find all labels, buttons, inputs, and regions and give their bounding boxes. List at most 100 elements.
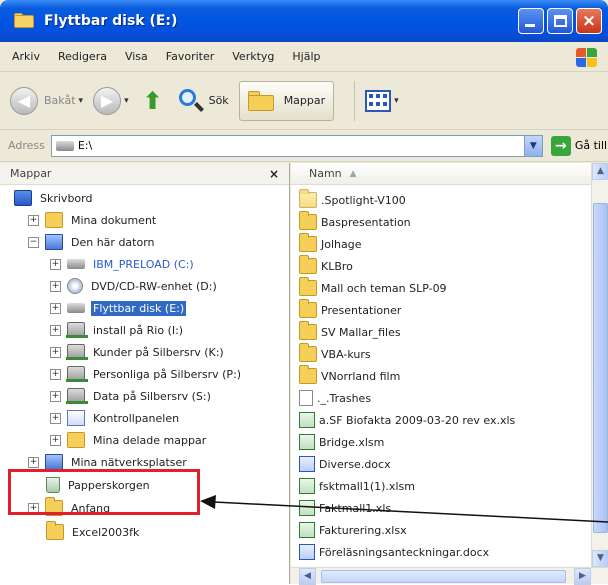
tree-item-label: Mina delade mappar [93, 433, 207, 447]
tree-item-label: IBM_PRELOAD (C:) [93, 257, 194, 271]
column-header-name[interactable]: Namn ▲ [291, 163, 608, 185]
scroll-thumb[interactable] [593, 203, 608, 533]
list-item[interactable]: VNorrland film [299, 365, 400, 387]
tree-item-label: DVD/CD-RW-enhet (D:) [91, 279, 217, 293]
title-bar[interactable]: Flyttbar disk (E:) × [0, 0, 608, 42]
list-item[interactable]: a.SF Biofakta 2009-03-20 rev ex.xls [299, 409, 515, 431]
close-pane-icon[interactable]: × [269, 167, 279, 181]
list-item[interactable]: Faktmall1.xls [299, 497, 391, 519]
list-item[interactable]: fsktmall1(1).xlsm [299, 475, 415, 497]
list-item[interactable]: Jolhage [299, 233, 362, 255]
expand-icon[interactable]: + [28, 456, 39, 468]
list-item[interactable]: Baspresentation [299, 211, 411, 233]
file-name: VNorrland film [321, 369, 401, 383]
folder-icon [299, 299, 317, 318]
up-button[interactable]: ⬆ [139, 87, 167, 115]
scroll-up-icon[interactable]: ▲ [592, 163, 608, 180]
tree-item-label: Data på Silbersrv (S:) [93, 389, 211, 403]
search-button[interactable]: Sök [177, 87, 229, 115]
tree-item-mina-dokument[interactable]: + Mina dokument [28, 209, 158, 231]
expand-icon[interactable]: + [50, 258, 61, 270]
address-dropdown-button[interactable]: ▼ [523, 135, 542, 156]
file-name: Föreläsningsanteckningar.docx [319, 545, 490, 559]
expand-icon[interactable]: + [50, 280, 61, 292]
address-bar: Adress E:\ ▼ → Gå till [0, 130, 608, 162]
scroll-left-icon[interactable]: ◀ [299, 568, 316, 585]
windows-logo-icon [574, 46, 600, 68]
tree-item-excel2003fk[interactable]: Excel2003fk [46, 521, 141, 543]
folder-icon [299, 343, 317, 362]
control-panel-icon [67, 410, 85, 426]
scroll-down-icon[interactable]: ▼ [592, 550, 608, 567]
go-button[interactable]: → Gå till [550, 135, 607, 156]
expand-icon[interactable]: + [50, 324, 61, 336]
folders-label: Mappar [283, 94, 326, 107]
tree-item-drive-p[interactable]: + Personliga på Silbersrv (P:) [50, 363, 243, 385]
tree-item-label: Excel2003fk [72, 525, 140, 539]
tree-item-den-har-datorn[interactable]: − Den här datorn [28, 231, 157, 253]
folders-button[interactable]: Mappar [238, 80, 335, 121]
scroll-right-icon[interactable]: ▶ [574, 568, 591, 585]
toolbar-separator [354, 80, 356, 121]
file-name: Faktmall1.xls [319, 501, 392, 515]
list-item[interactable]: Presentationer [299, 299, 401, 321]
menu-visa[interactable]: Visa [125, 50, 148, 63]
maximize-icon [554, 15, 567, 27]
list-item[interactable]: KLBro [299, 255, 353, 277]
forward-button[interactable]: ▶ ▾ [93, 86, 129, 115]
views-button[interactable]: ▾ [365, 89, 399, 112]
maximize-button[interactable] [547, 8, 573, 34]
collapse-icon[interactable]: − [28, 236, 39, 248]
tree-item-label: Skrivbord [40, 191, 93, 205]
tree-item-kontrollpanelen[interactable]: + Kontrollpanelen [50, 407, 181, 429]
list-item[interactable]: ._.Trashes [299, 387, 371, 409]
expand-icon[interactable]: + [28, 214, 39, 226]
menu-redigera[interactable]: Redigera [58, 50, 107, 63]
file-name: Bridge.xlsm [319, 435, 385, 449]
expand-icon[interactable]: + [50, 434, 61, 446]
expand-icon[interactable]: + [50, 390, 61, 402]
expand-icon[interactable]: + [50, 412, 61, 424]
address-field[interactable]: E:\ ▼ [50, 134, 543, 157]
shared-folder-icon [67, 432, 85, 448]
menu-hjalp[interactable]: Hjälp [292, 50, 320, 63]
menu-arkiv[interactable]: Arkiv [12, 50, 40, 63]
close-button[interactable]: × [576, 8, 602, 34]
expand-icon[interactable]: + [50, 346, 61, 358]
menu-verktyg[interactable]: Verktyg [232, 50, 274, 63]
drive-icon [55, 140, 74, 151]
list-item[interactable]: Bridge.xlsm [299, 431, 384, 453]
minimize-button[interactable] [518, 8, 544, 34]
tree-item-drive-i[interactable]: + install på Rio (I:) [50, 319, 185, 341]
vertical-scrollbar[interactable]: ▲ ▼ [591, 163, 608, 567]
list-item[interactable]: Mall och teman SLP-09 [299, 277, 447, 299]
tree-item-label: Mina dokument [71, 213, 157, 227]
list-item[interactable]: VBA-kurs [299, 343, 371, 365]
tree-item-drive-k[interactable]: + Kunder på Silbersrv (K:) [50, 341, 226, 363]
tree-item-label: Kontrollpanelen [93, 411, 180, 425]
list-item[interactable]: Fakturering.xlsx [299, 519, 407, 541]
menu-favoriter[interactable]: Favoriter [166, 50, 214, 63]
desktop-icon [14, 190, 32, 206]
tree-item-drive-c[interactable]: + IBM_PRELOAD (C:) [50, 253, 196, 275]
list-item[interactable]: .Spotlight-V100 [299, 189, 406, 211]
list-item[interactable]: SV Mallar_files [299, 321, 401, 343]
drive-icon [67, 303, 85, 313]
go-arrow-icon: → [550, 135, 571, 156]
tree-item-drive-e[interactable]: + Flyttbar disk (E:) [50, 297, 187, 319]
scroll-thumb-horizontal[interactable] [321, 570, 566, 583]
tree-item-drive-d[interactable]: + DVD/CD-RW-enhet (D:) [50, 275, 219, 297]
tree-item-drive-s[interactable]: + Data på Silbersrv (S:) [50, 385, 213, 407]
expand-icon[interactable]: + [50, 368, 61, 380]
highlight-box [8, 469, 200, 515]
list-item[interactable]: Föreläsningsanteckningar.docx [299, 541, 489, 563]
drive-icon [67, 259, 85, 269]
horizontal-scrollbar[interactable]: ◀ ▶ [291, 567, 608, 585]
tree-item-label-selected: Flyttbar disk (E:) [91, 300, 187, 316]
search-icon [177, 87, 205, 115]
expand-icon[interactable]: + [50, 302, 61, 314]
back-button[interactable]: ◀ Bakåt ▾ [10, 86, 83, 115]
tree-item-skrivbord[interactable]: Skrivbord [14, 187, 94, 209]
list-item[interactable]: Diverse.docx [299, 453, 391, 475]
tree-item-mina-delade-mappar[interactable]: + Mina delade mappar [50, 429, 208, 451]
